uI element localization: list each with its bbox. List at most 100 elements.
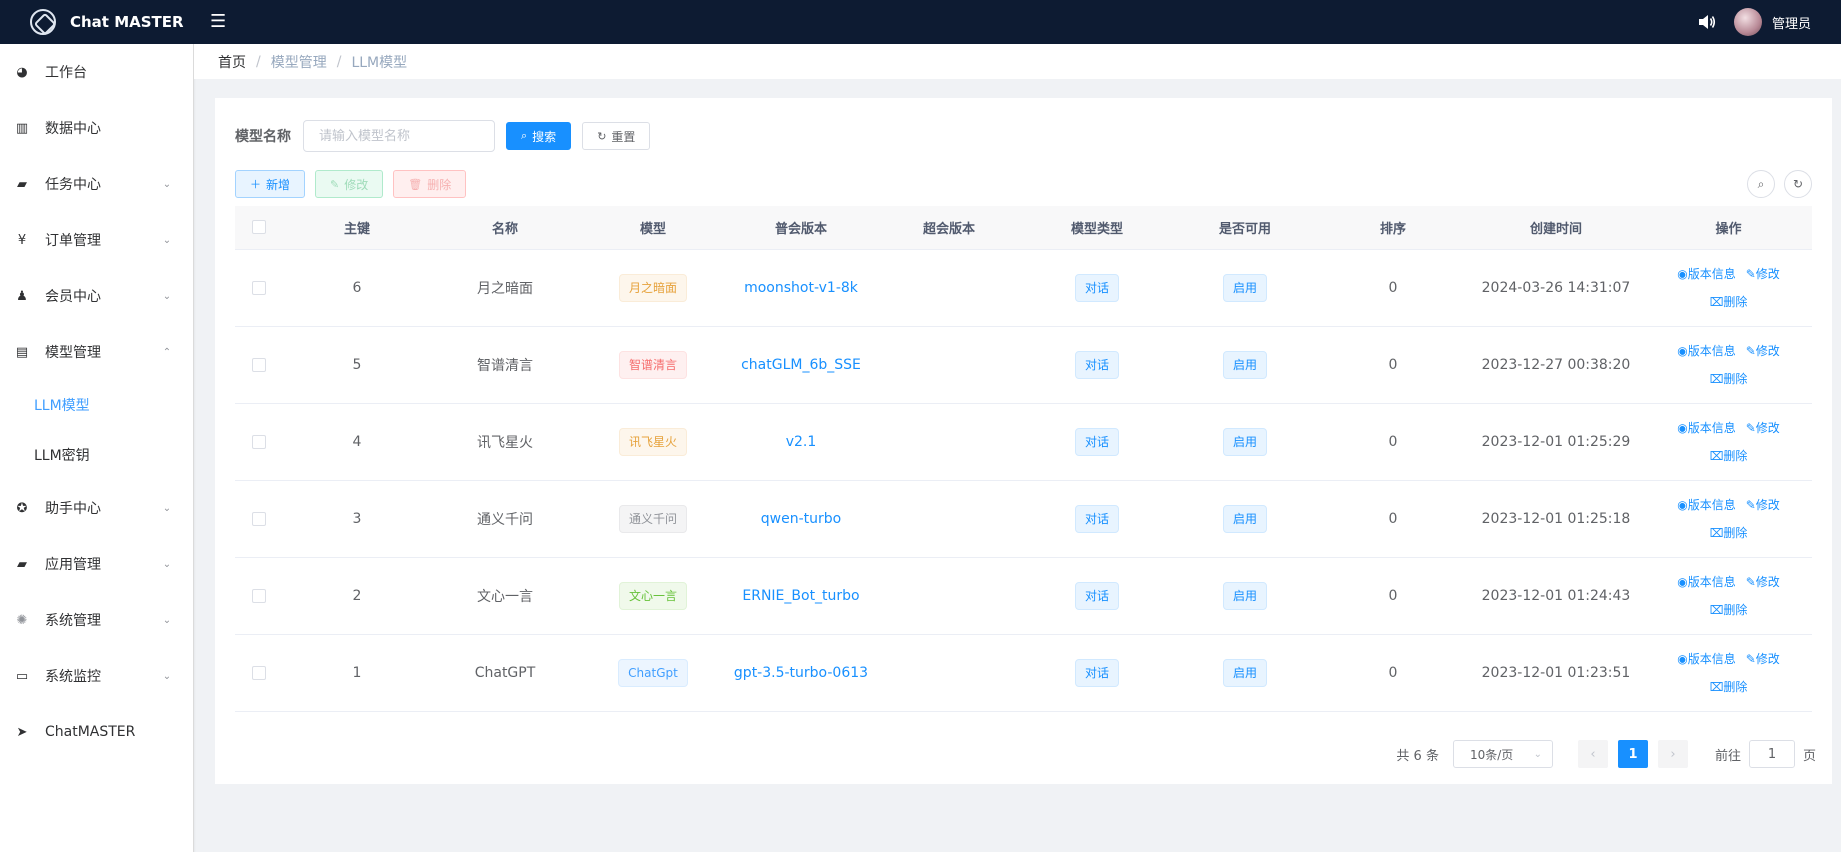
eye-icon: ◉ [1677, 343, 1688, 358]
normal-version-link[interactable]: qwen-turbo [761, 511, 841, 527]
trash-icon: ⌧ [1709, 525, 1724, 540]
row-edit-button[interactable]: ✎修改 [1746, 652, 1780, 666]
version-info-label: 版本信息 [1687, 343, 1736, 358]
edit-icon: ✎ [1745, 574, 1756, 589]
row-edit-button[interactable]: ✎修改 [1746, 421, 1780, 435]
page-size-select[interactable]: 10条/页 ⌄ [1452, 740, 1553, 768]
chevron-down-icon: ⌄ [162, 234, 172, 246]
refresh-table-icon[interactable]: ↻ [1784, 170, 1812, 198]
chevron-down-icon: ⌄ [162, 290, 172, 302]
trash-icon: ⌧ [1709, 294, 1724, 309]
sidebar-item-monitor[interactable]: ▭ 系统监控 ⌄ [0, 648, 193, 704]
id-cell: 5 [283, 326, 431, 404]
sidebar-subitem-llm-models[interactable]: LLM模型 [0, 380, 193, 430]
version-info-button[interactable]: ◉版本信息 [1677, 575, 1736, 589]
sidebar-item-data-center[interactable]: ▥ 数据中心 [0, 100, 193, 156]
edit-button[interactable]: ✎ 修改 [315, 170, 384, 198]
sort-cell: 0 [1319, 634, 1467, 712]
search-button[interactable]: ⌕ 搜索 [506, 122, 572, 150]
version-info-button[interactable]: ◉版本信息 [1677, 421, 1736, 435]
row-checkbox[interactable] [252, 511, 266, 526]
goto-page-input[interactable] [1748, 740, 1795, 768]
normal-version-link[interactable]: ERNIE_Bot_turbo [742, 588, 859, 604]
row-delete-button[interactable]: ⌧删除 [1710, 449, 1748, 463]
row-delete-button[interactable]: ⌧删除 [1710, 372, 1748, 386]
menu-toggle-icon[interactable]: ☰ [210, 13, 226, 31]
operations-cell: ◉版本信息 ✎修改 ⌧删除 [1645, 480, 1812, 558]
row-delete-button[interactable]: ⌧删除 [1710, 680, 1748, 694]
normal-version-link[interactable]: v2.1 [786, 434, 817, 450]
breadcrumb-separator: / [336, 53, 342, 70]
chevron-down-icon: ⌄ [162, 502, 172, 514]
row-edit-button[interactable]: ✎修改 [1746, 498, 1780, 512]
version-info-button[interactable]: ◉版本信息 [1677, 652, 1736, 666]
next-page-button[interactable]: › [1657, 740, 1688, 768]
row-select-cell [235, 249, 283, 327]
column-header: 名称 [431, 206, 579, 250]
sidebar-item-tasks[interactable]: ▰ 任务中心 ⌄ [0, 156, 193, 212]
user-avatar[interactable] [1733, 8, 1762, 36]
model-tag: 通义千问 [618, 504, 687, 533]
row-delete-label: 删除 [1723, 525, 1748, 540]
type-tag: 对话 [1074, 504, 1119, 533]
add-button[interactable]: ＋ 新增 [235, 170, 306, 198]
row-delete-button[interactable]: ⌧删除 [1710, 603, 1748, 617]
type-cell: 对话 [1023, 326, 1171, 404]
reset-button[interactable]: ↻ 重置 [582, 122, 651, 150]
sidebar-item-dashboard[interactable]: ◕ 工作台 [0, 44, 193, 100]
sidebar-item-models[interactable]: ▤ 模型管理 ⌃ [0, 324, 193, 380]
sidebar-item-system[interactable]: ✺ 系统管理 ⌄ [0, 592, 193, 648]
version-info-button[interactable]: ◉版本信息 [1677, 267, 1736, 281]
sort-cell: 0 [1319, 557, 1467, 635]
app-name: Chat MASTER [70, 13, 184, 31]
row-checkbox[interactable] [252, 434, 266, 449]
row-delete-button[interactable]: ⌧删除 [1710, 526, 1748, 540]
delete-button[interactable]: 🗑 删除 [393, 170, 467, 198]
ops-line: ⌧删除 [1645, 673, 1812, 701]
row-delete-button[interactable]: ⌧删除 [1710, 295, 1748, 309]
row-edit-button[interactable]: ✎修改 [1746, 267, 1780, 281]
lock-icon: ▰ [17, 556, 27, 572]
sidebar-item-members[interactable]: ♟ 会员中心 ⌄ [0, 268, 193, 324]
row-edit-button[interactable]: ✎修改 [1746, 344, 1780, 358]
row-delete-label: 删除 [1723, 294, 1748, 309]
row-checkbox[interactable] [252, 357, 266, 372]
status-badge: 启用 [1222, 504, 1267, 533]
select-all-checkbox[interactable] [252, 220, 266, 235]
app-logo[interactable]: Chat MASTER [0, 9, 194, 35]
table-row: 4 讯飞星火 讯飞星火 v2.1 对话 启用 0 2023-12-01 01:25:29 ◉版本… [235, 403, 1812, 481]
sidebar-subitem-llm-keys[interactable]: LLM密钥 [0, 430, 193, 480]
column-header: 创建时间 [1467, 206, 1645, 250]
eye-icon: ◉ [1677, 420, 1688, 435]
sidebar-item-chatmaster[interactable]: ➤ ChatMASTER [0, 704, 193, 760]
ops-line: ◉版本信息 ✎修改 [1645, 491, 1812, 519]
row-checkbox[interactable] [252, 280, 266, 295]
page-number-button[interactable]: 1 [1617, 740, 1648, 768]
sort-cell: 0 [1319, 403, 1467, 481]
row-checkbox[interactable] [252, 588, 266, 603]
type-tag: 对话 [1074, 658, 1119, 687]
row-edit-button[interactable]: ✎修改 [1746, 575, 1780, 589]
prev-page-button[interactable]: ‹ [1577, 740, 1608, 768]
row-checkbox[interactable] [252, 665, 266, 680]
breadcrumb-home[interactable]: 首页 [218, 52, 246, 72]
row-delete-label: 删除 [1723, 602, 1748, 617]
monitor-icon: ▭ [15, 668, 29, 684]
people-icon: ♟ [16, 288, 28, 304]
send-icon: ➤ [16, 724, 28, 740]
operations-cell: ◉版本信息 ✎修改 ⌧删除 [1645, 326, 1812, 404]
sidebar-item-apps[interactable]: ▰ 应用管理 ⌄ [0, 536, 193, 592]
sidebar-item-assistants[interactable]: ✪ 助手中心 ⌄ [0, 480, 193, 536]
type-tag: 对话 [1074, 581, 1119, 610]
normal-version-link[interactable]: gpt-3.5-turbo-0613 [734, 665, 868, 681]
normal-version-cell: moonshot-v1-8k [727, 249, 875, 327]
normal-version-link[interactable]: moonshot-v1-8k [744, 280, 858, 296]
user-name[interactable]: 管理员 [1772, 13, 1811, 32]
normal-version-link[interactable]: chatGLM_6b_SSE [741, 357, 861, 373]
volume-icon[interactable] [1698, 14, 1716, 30]
toggle-search-icon[interactable]: ⌕ [1747, 170, 1775, 198]
version-info-button[interactable]: ◉版本信息 [1677, 498, 1736, 512]
version-info-button[interactable]: ◉版本信息 [1677, 344, 1736, 358]
sidebar-item-orders[interactable]: ¥ 订单管理 ⌄ [0, 212, 193, 268]
model-name-input[interactable] [303, 120, 495, 152]
